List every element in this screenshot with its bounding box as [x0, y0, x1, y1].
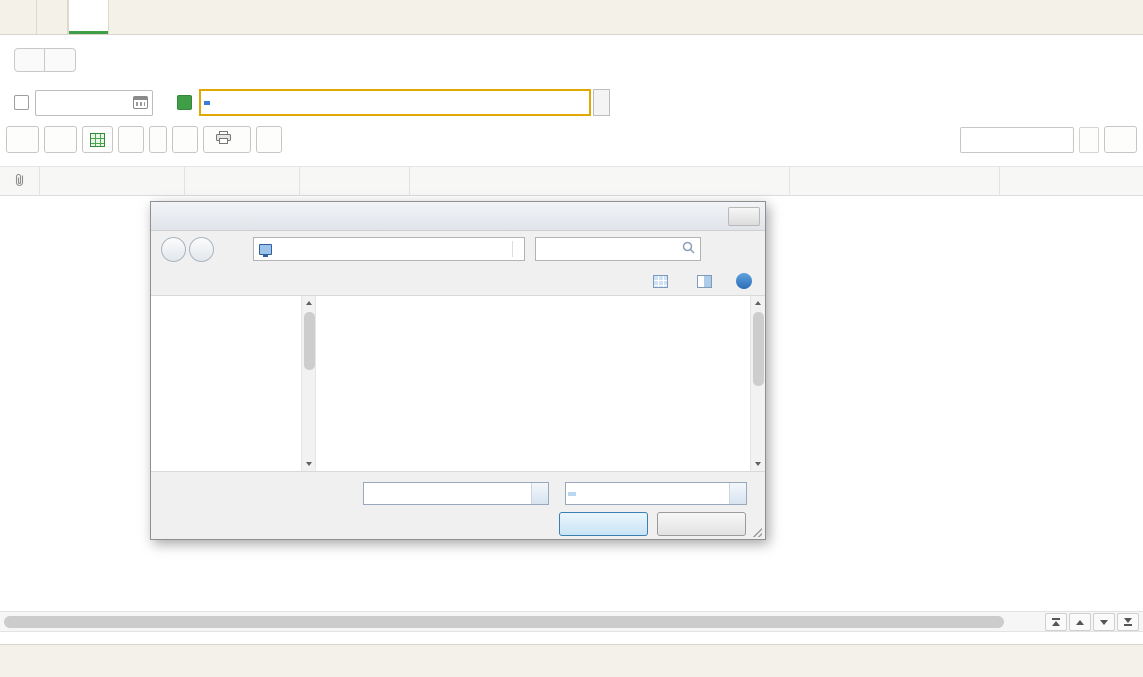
- file-open-dialog: [150, 201, 766, 540]
- dialog-up-button[interactable]: [222, 238, 246, 260]
- scroll-to-top-button[interactable]: [1045, 613, 1067, 631]
- dialog-close-button[interactable]: [728, 207, 760, 226]
- triangle-down-icon: [1124, 618, 1132, 623]
- address-bar[interactable]: [253, 237, 525, 261]
- load-button[interactable]: [118, 126, 144, 153]
- desktop-icon: [259, 244, 272, 255]
- cancel-button[interactable]: [657, 512, 746, 536]
- dialog-content: [151, 295, 765, 472]
- filename-combo[interactable]: [363, 482, 549, 505]
- org-value-selected: [204, 101, 210, 105]
- spreadsheet-button[interactable]: [82, 126, 113, 153]
- scrollbar-thumb[interactable]: [4, 616, 1004, 628]
- writeoff-button[interactable]: [44, 126, 77, 153]
- scroll-up-button[interactable]: [1069, 613, 1091, 631]
- column-purpose[interactable]: [410, 167, 790, 195]
- filter-row: [0, 84, 1143, 121]
- scroll-down-button[interactable]: [1093, 613, 1115, 631]
- status-written-off: [778, 654, 785, 669]
- chevron-down-icon[interactable]: [531, 483, 548, 504]
- scrollbar-thumb[interactable]: [304, 312, 315, 370]
- date-filter-checkbox[interactable]: [14, 95, 29, 110]
- history-buttons: [14, 48, 76, 72]
- scrollbar-thumb[interactable]: [753, 312, 764, 386]
- file-list-scrollbar[interactable]: [750, 296, 765, 471]
- triangle-up-icon: [1052, 621, 1060, 626]
- dialog-back-button[interactable]: [161, 237, 186, 262]
- resize-grip[interactable]: [751, 526, 762, 537]
- client-bank-button[interactable]: [149, 126, 167, 153]
- status-day-start: [385, 654, 392, 669]
- home-button[interactable]: [0, 0, 36, 34]
- create-from-button[interactable]: [256, 126, 282, 153]
- dialog-toolbar: [151, 267, 765, 295]
- navigation-row: [0, 35, 1143, 84]
- triangle-down-icon: [306, 462, 312, 466]
- chevron-down-icon[interactable]: [729, 483, 746, 504]
- status-bar: [0, 644, 1143, 677]
- date-input[interactable]: [35, 90, 153, 116]
- filetype-value: [568, 492, 576, 496]
- paperclip-icon: [14, 172, 25, 190]
- preview-pane-icon: [697, 275, 712, 288]
- dialog-title-bar[interactable]: [151, 202, 765, 231]
- triangle-up-icon: [755, 301, 761, 305]
- column-operation[interactable]: [1000, 167, 1143, 195]
- search-clear-button[interactable]: [1079, 127, 1099, 153]
- horizontal-scrollbar[interactable]: [0, 611, 1143, 632]
- triangle-down-icon: [755, 462, 761, 466]
- org-input[interactable]: [199, 89, 591, 116]
- status-received: [595, 654, 602, 669]
- dialog-file-list: [317, 296, 749, 471]
- dialog-sidebar: [151, 296, 301, 471]
- open-button[interactable]: [559, 512, 648, 536]
- command-toolbar: [0, 121, 1143, 158]
- calendar-button[interactable]: [133, 96, 148, 109]
- tab-bank-statements[interactable]: [68, 0, 109, 34]
- receipt-button[interactable]: [6, 126, 39, 153]
- column-receipt[interactable]: [185, 167, 300, 195]
- scroll-buttons: [1045, 613, 1139, 631]
- dialog-search-box[interactable]: [535, 237, 701, 261]
- forward-button[interactable]: [45, 48, 76, 72]
- column-date[interactable]: [40, 167, 185, 195]
- column-attachments[interactable]: [0, 167, 40, 195]
- triangle-up-icon: [306, 301, 312, 305]
- magnifier-icon: [682, 241, 695, 257]
- dialog-footer: [151, 472, 765, 540]
- app-window: [0, 0, 1143, 677]
- dialog-navigation-bar: [151, 231, 765, 267]
- more-button[interactable]: [1104, 126, 1137, 153]
- org-dropdown-button[interactable]: [593, 89, 610, 116]
- triangle-down-icon: [1100, 620, 1108, 625]
- printer-icon: [216, 131, 231, 148]
- column-writeoff[interactable]: [300, 167, 410, 195]
- views-icon: [653, 275, 668, 288]
- status-day-end: [962, 654, 969, 669]
- scroll-to-bottom-button[interactable]: [1117, 613, 1139, 631]
- table-header: [0, 166, 1143, 196]
- org-filter-checkbox[interactable]: [177, 95, 192, 110]
- dialog-forward-button[interactable]: [189, 237, 214, 262]
- calendar-icon: [133, 96, 148, 109]
- filetype-combo[interactable]: [565, 482, 747, 505]
- sidebar-scrollbar[interactable]: [301, 296, 316, 471]
- dialog-search-input[interactable]: [541, 242, 682, 256]
- tab-start-page[interactable]: [36, 0, 68, 34]
- divider: [512, 241, 513, 257]
- search-input[interactable]: [960, 127, 1074, 153]
- spreadsheet-icon: [90, 133, 105, 147]
- column-counterparty[interactable]: [790, 167, 1000, 195]
- pick-button[interactable]: [172, 126, 198, 153]
- views-button[interactable]: [653, 275, 673, 288]
- tab-bar: [0, 0, 1143, 35]
- registry-button[interactable]: [203, 126, 251, 153]
- help-button[interactable]: [736, 273, 752, 289]
- back-button[interactable]: [14, 48, 45, 72]
- triangle-up-icon: [1076, 620, 1084, 625]
- preview-pane-button[interactable]: [697, 275, 712, 288]
